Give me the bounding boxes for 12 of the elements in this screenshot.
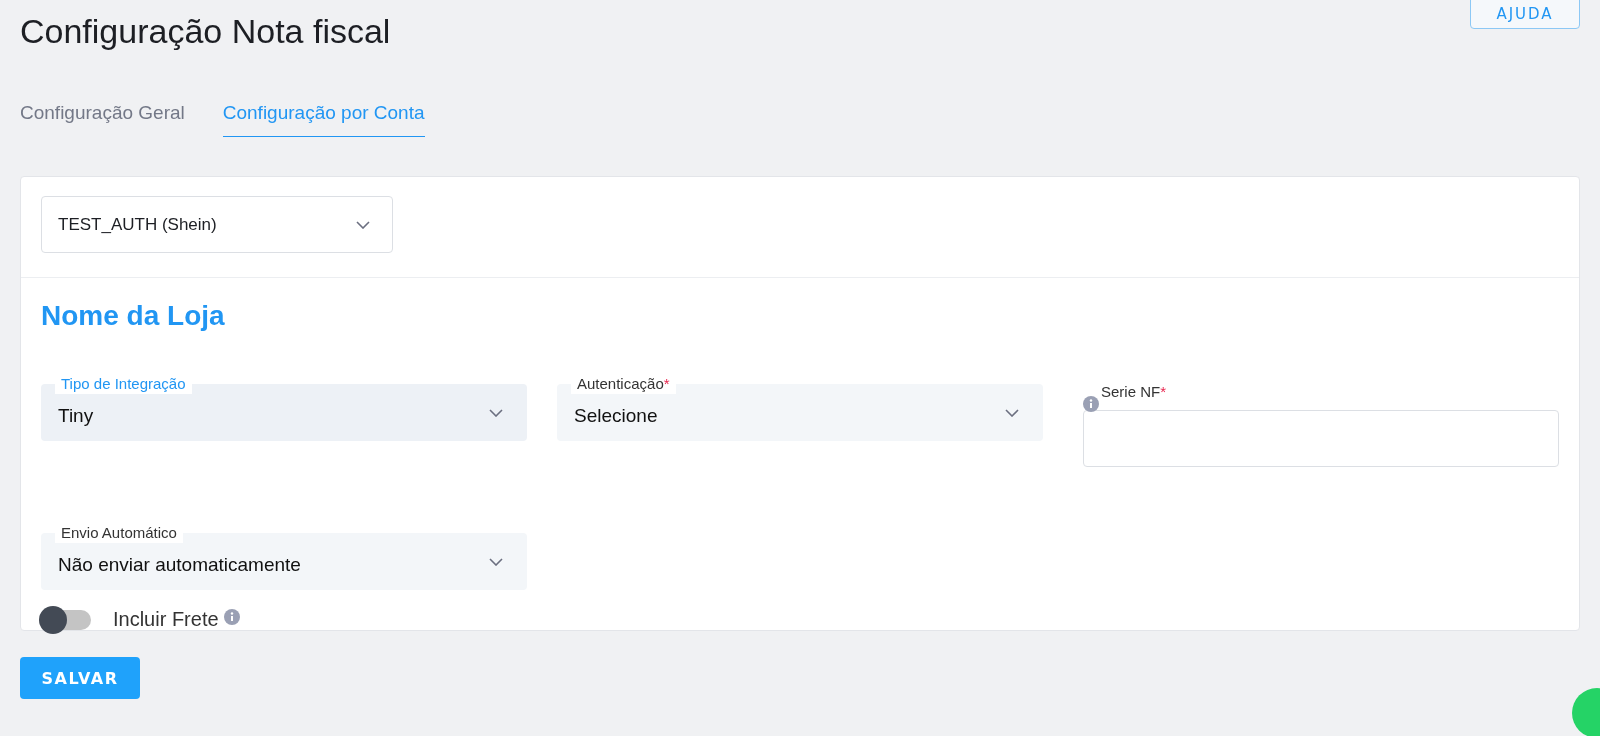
input-field[interactable]	[1083, 410, 1559, 467]
toggle-label: Incluir Frete	[113, 608, 219, 631]
tab[interactable]: Configuração Geral	[20, 102, 185, 137]
account-select[interactable]: TEST_AUTH (Shein)	[41, 196, 393, 253]
section-title: Nome da Loja	[41, 300, 226, 332]
chevron-down-icon	[489, 408, 503, 417]
field-label: Serie NF*	[1101, 383, 1167, 400]
chevron-down-icon	[356, 220, 370, 229]
page-title: Configuração Nota fiscal	[20, 12, 391, 51]
info-icon	[223, 608, 240, 625]
chevron-down-icon	[489, 557, 503, 566]
chevron-down-icon	[1005, 408, 1019, 417]
